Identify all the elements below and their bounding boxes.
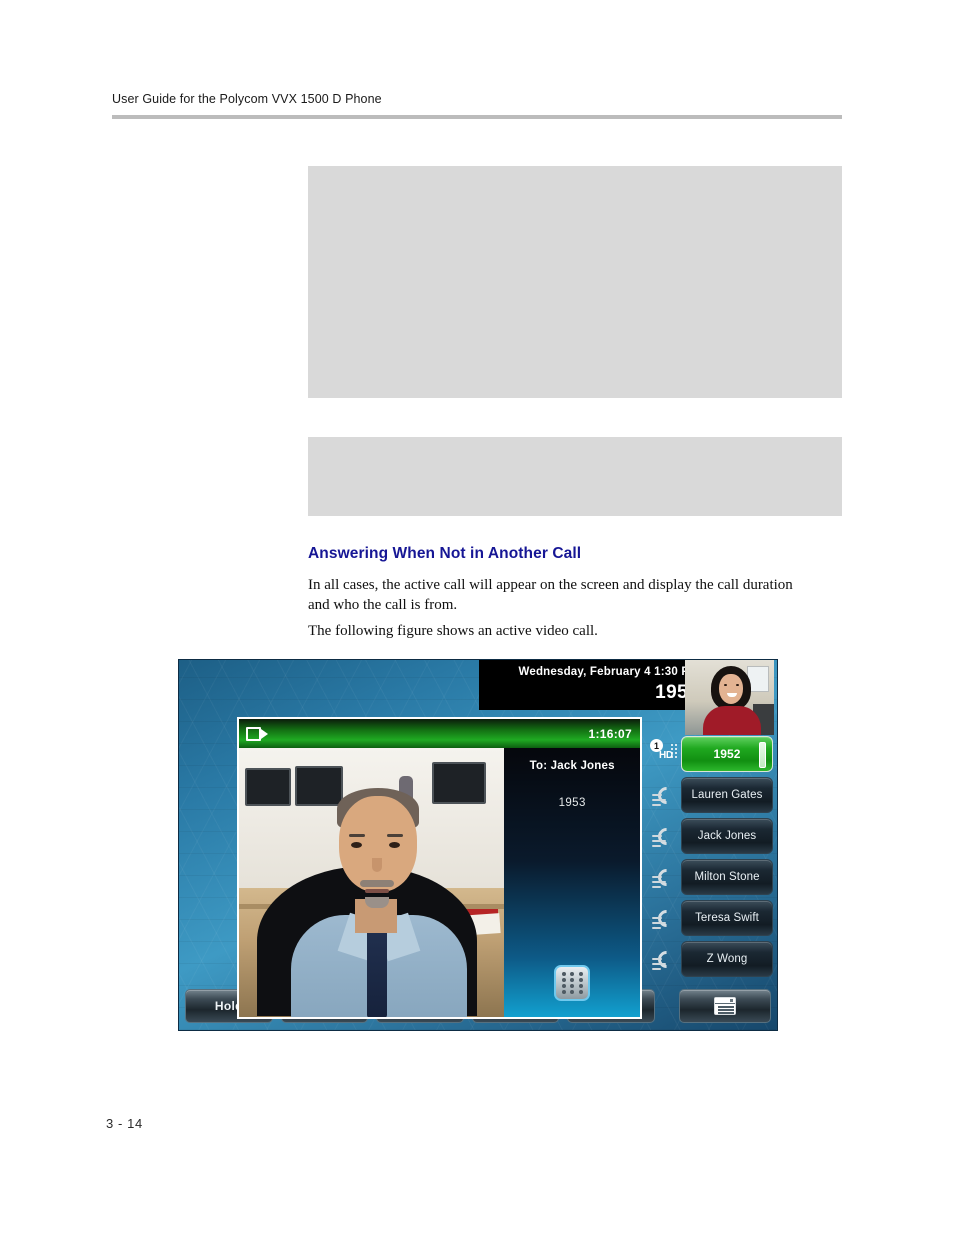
line-key-label: Milton Stone [694,871,760,883]
caller-moustache [360,879,394,887]
handset-icon [652,906,679,931]
line-key-list: 1 HD 1952 Lauren Gates Jack Jones Milton… [650,736,773,982]
line-key-label: Jack Jones [697,830,757,842]
monitor-3 [432,762,487,804]
call-to-label: To: Jack Jones [529,760,615,772]
phone-screen-figure: Wednesday, February 4 1:30 PM 1952 1:16:… [178,659,778,1031]
handset-icon [652,865,679,890]
header-rule [112,115,842,119]
line-key-jack-jones[interactable]: Jack Jones [652,818,773,854]
section-heading: Answering When Not in Another Call [308,545,582,562]
body-paragraph-2: The following figure shows an active vid… [308,623,598,639]
handset-icon [652,783,679,808]
self-view-eye-right [736,684,739,686]
caller-brow-right [387,834,403,838]
call-duration: 1:16:07 [588,726,632,741]
call-window-body: To: Jack Jones 1953 [239,748,640,1017]
soft-key-menu[interactable] [678,989,771,1023]
line-key-indicator [759,742,766,768]
caller-mouth [365,889,389,894]
self-view-eye-left [724,684,727,686]
figure-placeholder-1 [308,166,842,398]
call-info-panel: To: Jack Jones 1953 [504,748,640,1017]
line-key-label: Teresa Swift [695,912,759,924]
far-end-video[interactable] [239,748,505,1017]
status-bar: Wednesday, February 4 1:30 PM 1952 [479,660,709,710]
page-header-title: User Guide for the Polycom VVX 1500 D Ph… [112,92,382,106]
self-view-face [719,674,743,704]
line-key-label: 1952 [713,747,741,761]
keypad-icon[interactable] [554,965,591,1001]
line-key-lauren-gates[interactable]: Lauren Gates [652,777,773,813]
call-to-number: 1953 [558,797,586,809]
line-key-label: Z Wong [706,953,748,965]
line-key-label: Lauren Gates [691,789,763,801]
line-key-teresa-swift[interactable]: Teresa Swift [652,900,773,936]
video-camera-icon [246,726,268,741]
status-date-time: Wednesday, February 4 1:30 PM [518,666,699,678]
handset-icon [652,947,679,972]
status-extension: 1952 [655,682,699,703]
audio-waves-icon [670,743,679,759]
monitor-2 [295,766,343,806]
hd-audio-icon: 1 HD [650,739,680,769]
body-paragraph-1: In all cases, the active call will appea… [308,577,793,613]
line-key-milton-stone[interactable]: Milton Stone [652,859,773,895]
caller-tie [367,925,387,1017]
line-key-z-wong[interactable]: Z Wong [652,941,773,977]
call-title-bar: 1:16:07 [239,719,640,748]
figure-placeholder-2 [308,437,842,516]
active-call-window[interactable]: 1:16:07 To: Jack Jones 1953 [237,717,642,1019]
caller-beard [365,897,389,909]
line-key-1952[interactable]: 1 HD 1952 [650,736,773,772]
caller-brow-left [349,834,365,838]
self-view-torso [703,706,761,735]
page-number: 3 - 14 [106,1116,143,1131]
monitor-1 [245,768,291,806]
self-view-video-thumbnail[interactable] [685,660,774,735]
handset-icon [652,824,679,849]
caller-nose [372,858,382,873]
menu-window-icon [713,997,736,1015]
